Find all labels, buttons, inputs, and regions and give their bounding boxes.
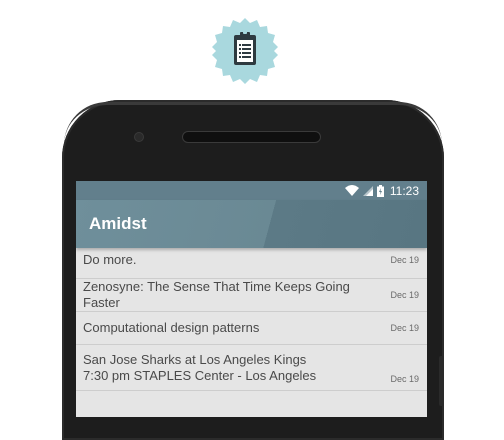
item-date: Dec 19 <box>390 374 419 384</box>
clipboard-icon <box>212 18 278 84</box>
list-item[interactable]: Computational design patterns Dec 19 <box>76 312 427 345</box>
earpiece-speaker <box>182 131 321 143</box>
list-item[interactable]: Do more. Dec 19 <box>76 248 427 279</box>
phone-side-button <box>439 356 444 406</box>
battery-icon <box>376 184 384 197</box>
list-item[interactable]: Zenosyne: The Sense That Time Keeps Goin… <box>76 279 427 312</box>
item-title: Zenosyne: The Sense That Time Keeps Goin… <box>83 279 350 310</box>
signal-icon <box>362 185 373 196</box>
item-date: Dec 19 <box>390 323 419 333</box>
clipboard-badge <box>212 18 278 84</box>
item-title-line: San Jose Sharks at Los Angeles Kings <box>83 352 307 367</box>
front-camera <box>134 132 144 142</box>
app-title: Amidst <box>89 214 147 233</box>
item-title: San Jose Sharks at Los Angeles Kings 7:3… <box>83 352 316 384</box>
status-time: 11:23 <box>389 183 419 198</box>
item-title: Computational design patterns <box>83 320 260 335</box>
wifi-icon <box>344 185 359 196</box>
item-title-line: 7:30 pm STAPLES Center - Los Angeles <box>83 368 317 383</box>
status-bar: 11:23 <box>76 181 427 200</box>
phone-screen: 11:23 Amidst Do more. Dec 19 Zenosyne: T… <box>76 181 427 417</box>
list-item[interactable]: San Jose Sharks at Los Angeles Kings 7:3… <box>76 345 427 391</box>
item-date: Dec 19 <box>390 255 419 265</box>
item-list: Do more. Dec 19 Zenosyne: The Sense That… <box>76 248 427 391</box>
item-date: Dec 19 <box>390 290 419 300</box>
app-bar: Amidst <box>76 200 427 248</box>
item-title: Do more. <box>83 252 137 267</box>
